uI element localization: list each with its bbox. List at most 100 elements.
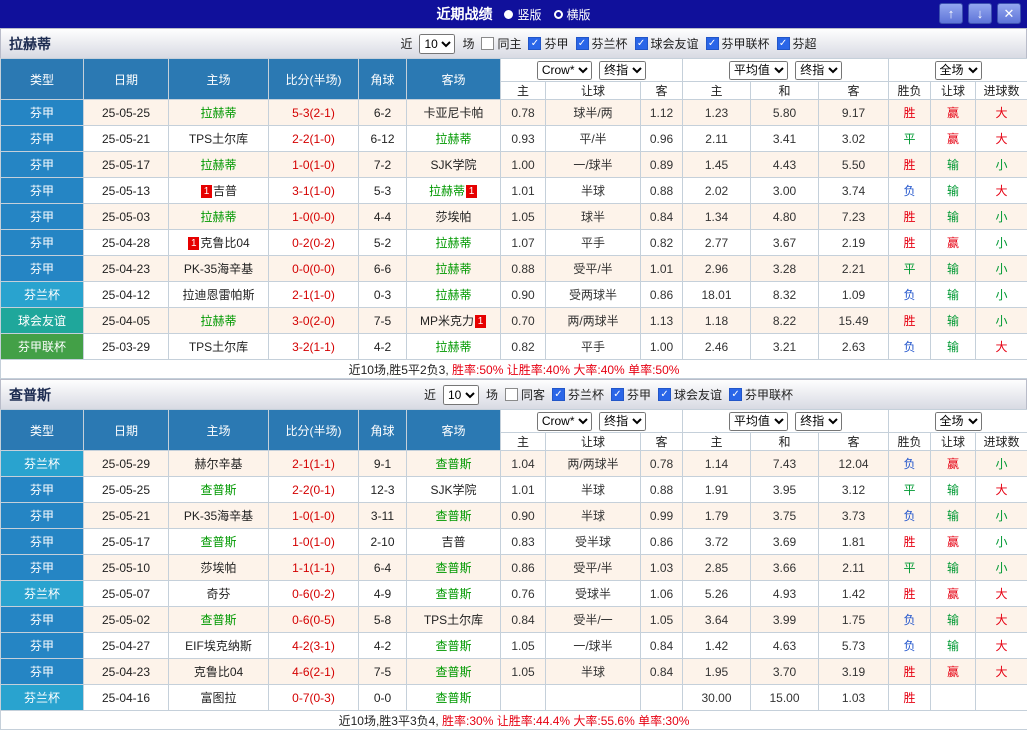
home-team-cell: 奇芬 xyxy=(168,580,269,607)
away-team-cell: 查普斯 xyxy=(406,554,501,581)
radio-icon[interactable] xyxy=(553,9,563,19)
goals-result-cell: 小 xyxy=(975,502,1027,529)
league-cell: 芬甲 xyxy=(0,658,84,685)
avg-away-cell: 1.75 xyxy=(818,606,890,633)
away-team-cell: 查普斯 xyxy=(406,580,501,607)
goals-result-cell: 小 xyxy=(975,229,1027,256)
avg-away-cell: 3.19 xyxy=(818,658,890,685)
league-cell: 芬甲 xyxy=(0,554,84,581)
avg-home-cell: 1.42 xyxy=(682,632,752,659)
col-header-home: 主场 xyxy=(168,409,269,451)
league-cell: 芬甲 xyxy=(0,476,84,503)
checkbox-icon[interactable]: ✓ xyxy=(776,37,790,50)
result-cell: 负 xyxy=(888,502,932,529)
filter-checkbox-label: 芬超 xyxy=(792,37,817,51)
result-cell: 负 xyxy=(888,606,932,633)
filter-checkbox-芬甲联杯[interactable]: ✓ 芬甲联杯 xyxy=(729,386,793,403)
subcol-odds-line: 让球 xyxy=(545,432,641,451)
bookmaker-select[interactable]: Crow* xyxy=(536,411,592,431)
checkbox-icon[interactable]: ✓ xyxy=(634,37,648,50)
corner-cell: 6-2 xyxy=(358,99,407,126)
scroll-down-button[interactable]: ↓ xyxy=(968,3,992,24)
filter-checkbox-label: 同主 xyxy=(497,37,522,51)
odds-time-select[interactable]: 终指 xyxy=(599,60,647,80)
average-select[interactable]: 平均值 xyxy=(728,60,788,80)
subcol-goals: 进球数 xyxy=(975,81,1027,100)
avg-home-cell: 1.34 xyxy=(682,203,752,230)
odds-away-cell: 0.78 xyxy=(639,450,684,477)
subcol-odds-home: 主 xyxy=(500,81,546,100)
filter-checkbox-球会友谊[interactable]: ✓ 球会友谊 xyxy=(634,35,699,52)
odds-home-cell: 0.88 xyxy=(500,255,546,282)
layout-horizontal-radio[interactable]: 横版 xyxy=(553,6,591,23)
checkbox-icon[interactable]: ✓ xyxy=(528,37,542,50)
odds-line-cell: 平手 xyxy=(545,229,641,256)
filter-checkbox-球会友谊[interactable]: ✓ 球会友谊 xyxy=(658,386,722,403)
goals-result-cell: 大 xyxy=(975,125,1027,152)
match-count-select[interactable]: 10 xyxy=(419,33,456,54)
team-name: 拉赫蒂 xyxy=(435,132,472,146)
team-name: MP米克力 xyxy=(419,314,474,328)
home-team-cell: 查普斯 xyxy=(168,606,269,633)
close-icon: ✕ xyxy=(1003,5,1015,21)
filter-checkbox-芬兰杯[interactable]: ✓ 芬兰杯 xyxy=(575,35,628,52)
team-name: 拉赫蒂 xyxy=(200,210,237,224)
score-cell: 4-2(3-1) xyxy=(268,632,359,659)
filter-checkbox-芬甲[interactable]: ✓ 芬甲 xyxy=(611,386,651,403)
team-name: 拉赫蒂 xyxy=(200,106,237,120)
scope-select[interactable]: 全场 xyxy=(934,60,982,80)
match-row: 芬甲 25-05-21 TPS土尔库 2-2(1-0) 6-12 拉赫蒂 0.93 平/半 0.… xyxy=(0,125,1027,152)
filter-matches-label: 场 xyxy=(485,388,498,402)
checkbox-icon[interactable] xyxy=(481,37,495,50)
checkbox-icon[interactable]: ✓ xyxy=(611,388,624,401)
team-name: 拉赫蒂 xyxy=(428,184,465,198)
section-header-team1: 拉赫蒂 近 10 场 同主 ✓ 芬甲 ✓ 芬兰杯 ✓ 球会友谊 ✓ 芬甲联杯 ✓ 芬超 xyxy=(0,28,1027,58)
checkbox-icon[interactable]: ✓ xyxy=(729,388,743,401)
score-cell: 1-0(1-0) xyxy=(268,151,359,178)
team-name: 查普斯 xyxy=(435,587,472,601)
odds-away-cell: 0.86 xyxy=(639,281,684,308)
match-count-select[interactable]: 10 xyxy=(442,384,479,405)
filter-checkbox-label: 芬兰杯 xyxy=(567,388,604,402)
layout-vertical-radio[interactable]: 竖版 xyxy=(504,6,542,23)
team-name: 莎埃帕 xyxy=(200,561,237,575)
odds-line-cell: 平手 xyxy=(545,333,641,360)
filter-checkbox-芬甲联杯[interactable]: ✓ 芬甲联杯 xyxy=(705,35,770,52)
league-cell: 芬甲 xyxy=(0,502,84,529)
filter-checkbox-芬兰杯[interactable]: ✓ 芬兰杯 xyxy=(551,386,604,403)
odds-home-cell: 0.82 xyxy=(500,333,546,360)
home-team-cell: 1 吉普 xyxy=(168,177,269,204)
checkbox-icon[interactable]: ✓ xyxy=(658,388,672,401)
filter-checkbox-芬超[interactable]: ✓ 芬超 xyxy=(776,35,817,52)
checkbox-icon[interactable]: ✓ xyxy=(575,37,589,50)
result-cell: 平 xyxy=(888,255,932,282)
avg-home-cell: 18.01 xyxy=(682,281,752,308)
scroll-up-button[interactable]: ↑ xyxy=(939,3,963,24)
league-cell: 芬甲 xyxy=(0,125,84,152)
average-time-select[interactable]: 终指 xyxy=(795,60,843,80)
result-cell: 胜 xyxy=(888,658,932,685)
match-row: 芬甲 25-05-02 查普斯 0-6(0-5) 5-8 TPS土尔库 0.84 受半/一 1.… xyxy=(0,606,1027,633)
match-row: 芬兰杯 25-04-16 富图拉 0-7(0-3) 0-0 查普斯 30.00 15.00 1.… xyxy=(0,684,1027,711)
checkbox-icon[interactable]: ✓ xyxy=(551,388,565,401)
goals-result-cell: 小 xyxy=(975,151,1027,178)
average-select[interactable]: 平均值 xyxy=(728,411,788,431)
handicap-result-cell: 输 xyxy=(930,151,977,178)
close-button[interactable]: ✕ xyxy=(997,3,1021,24)
checkbox-icon[interactable]: ✓ xyxy=(705,37,719,50)
scope-select[interactable]: 全场 xyxy=(934,411,982,431)
odds-home-cell: 1.05 xyxy=(500,203,546,230)
handicap-result-cell: 输 xyxy=(930,255,977,282)
odds-time-select[interactable]: 终指 xyxy=(599,411,647,431)
bookmaker-select[interactable]: Crow* xyxy=(536,60,592,80)
filter-checkbox-同主[interactable]: 同主 xyxy=(481,35,521,52)
average-time-select[interactable]: 终指 xyxy=(795,411,843,431)
league-cell: 芬甲联杯 xyxy=(0,333,84,360)
summary-record: 近10场,胜3平3负4, xyxy=(338,713,439,728)
filter-checkbox-同客[interactable]: 同客 xyxy=(504,386,545,403)
radio-icon[interactable] xyxy=(504,9,514,19)
odds-line-cell: 受平/半 xyxy=(545,255,641,282)
checkbox-icon[interactable] xyxy=(504,388,518,401)
filter-checkbox-芬甲[interactable]: ✓ 芬甲 xyxy=(528,35,569,52)
match-row: 芬兰杯 25-05-29 赫尔辛基 2-1(1-1) 9-1 查普斯 1.04 两/两球半 0.… xyxy=(0,450,1027,477)
